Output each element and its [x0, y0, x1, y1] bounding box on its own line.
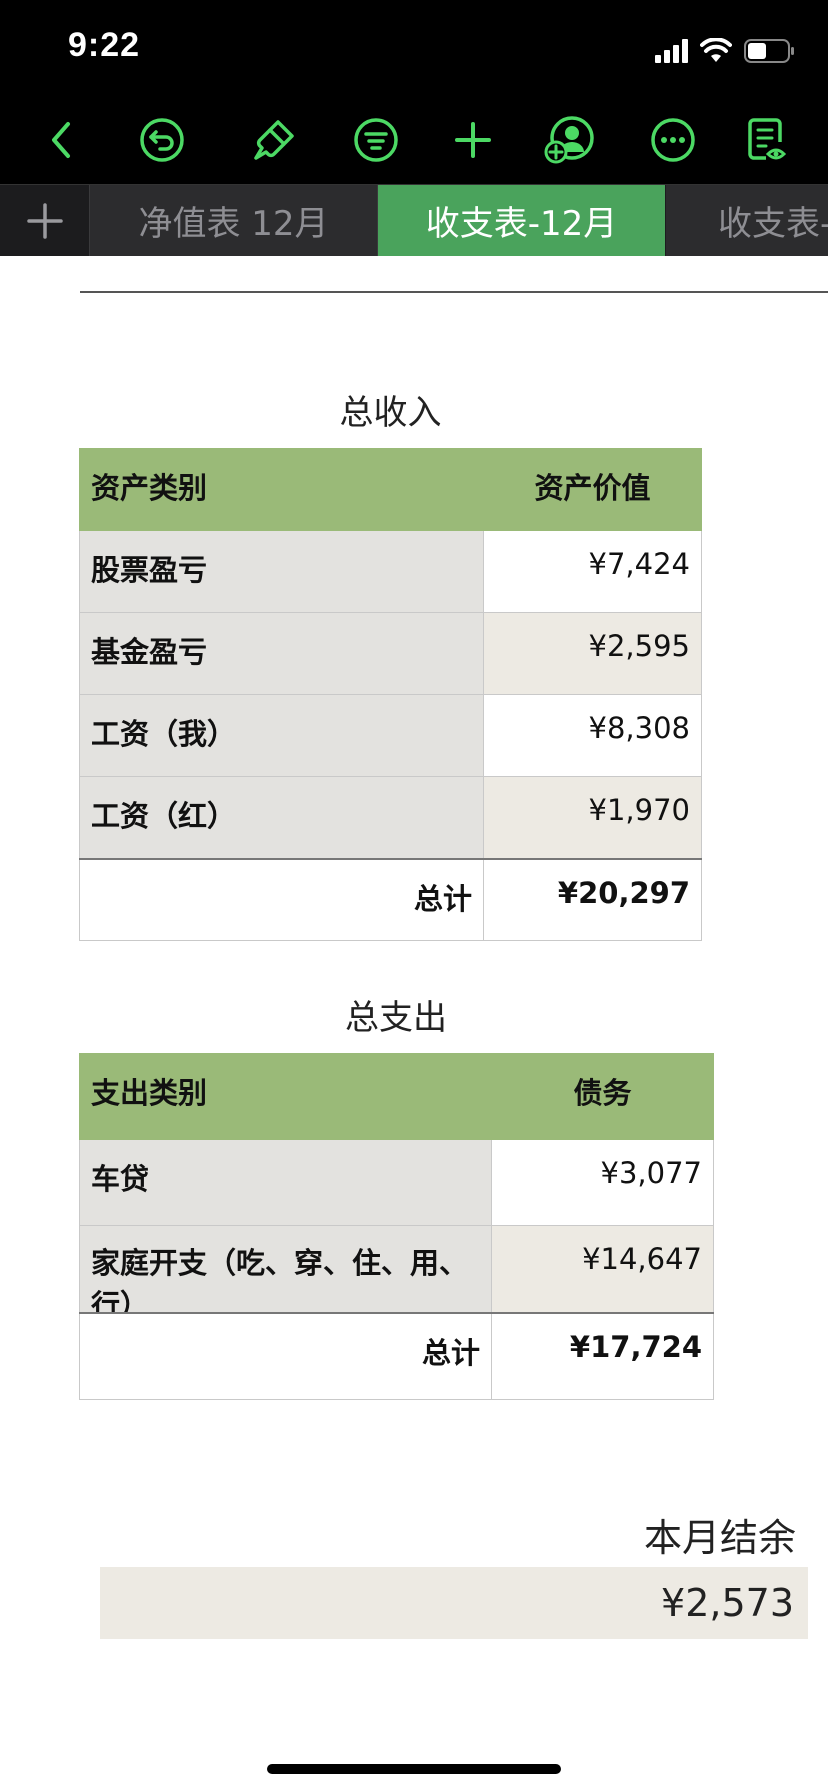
total-row: 总计 ¥17,724	[79, 1312, 714, 1400]
collaborate-icon[interactable]	[542, 114, 594, 166]
table-header-row: 支出类别 债务	[79, 1053, 714, 1140]
balance-label: 本月结余	[643, 1516, 796, 1560]
more-icon[interactable]	[647, 114, 699, 166]
row-value[interactable]: ¥14,647	[491, 1225, 714, 1314]
row-label[interactable]: 工资（红）	[79, 776, 484, 859]
row-label[interactable]: 基金盈亏	[79, 612, 484, 695]
income-caption: 总收入	[339, 393, 442, 433]
tab-income-expense-dec[interactable]: 收支表-12月	[378, 185, 665, 256]
table-header-row: 资产类别 资产价值	[79, 448, 702, 531]
status-icons	[655, 34, 796, 68]
row-label[interactable]: 家庭开支（吃、穿、住、用、行）	[79, 1225, 492, 1314]
status-time: 9:22	[68, 26, 141, 64]
column-header[interactable]: 资产价值	[483, 448, 702, 531]
plus-icon	[26, 202, 63, 239]
toolbar	[0, 96, 828, 184]
expense-caption: 总支出	[345, 998, 447, 1038]
balance-value: ¥2,573	[661, 1581, 794, 1625]
table-row: 工资（红） ¥1,970	[79, 776, 702, 859]
filter-icon[interactable]	[350, 114, 402, 166]
row-label[interactable]: 车贷	[79, 1139, 492, 1226]
section-divider	[80, 291, 828, 293]
plus-icon[interactable]	[447, 114, 499, 166]
sheet-tabs: 净值表 12月 收支表-12月 收支表-	[0, 184, 828, 256]
row-value[interactable]: ¥7,424	[483, 530, 702, 613]
tab-income-expense-next[interactable]: 收支表-	[666, 185, 828, 256]
row-value[interactable]: ¥3,077	[491, 1139, 714, 1226]
row-label[interactable]: 工资（我）	[79, 694, 484, 777]
income-table: 资产类别 资产价值 股票盈亏 ¥7,424 基金盈亏 ¥2,595 工资（我） …	[79, 448, 702, 941]
cellular-signal-icon	[655, 39, 688, 63]
row-value[interactable]: ¥8,308	[483, 694, 702, 777]
column-header[interactable]: 资产类别	[79, 448, 484, 531]
battery-icon	[744, 39, 794, 63]
home-indicator[interactable]	[267, 1764, 561, 1774]
expense-table: 支出类别 债务 车贷 ¥3,077 家庭开支（吃、穿、住、用、行） ¥14,64…	[79, 1053, 714, 1400]
row-label-text: 家庭开支（吃、穿、住、用、行）	[91, 1246, 469, 1312]
table-row: 家庭开支（吃、穿、住、用、行） ¥14,647	[79, 1225, 714, 1314]
table-row: 车贷 ¥3,077	[79, 1139, 714, 1226]
total-label[interactable]: 总计	[79, 858, 484, 941]
table-row: 工资（我） ¥8,308	[79, 694, 702, 777]
row-value[interactable]: ¥1,970	[483, 776, 702, 859]
back-icon[interactable]	[36, 114, 88, 166]
total-label[interactable]: 总计	[79, 1312, 492, 1400]
wifi-icon	[700, 38, 732, 62]
column-header[interactable]: 支出类别	[79, 1053, 492, 1140]
tab-net-worth-dec[interactable]: 净值表 12月	[90, 185, 378, 256]
row-value[interactable]: ¥2,595	[483, 612, 702, 695]
column-header[interactable]: 债务	[491, 1053, 714, 1140]
table-row: 股票盈亏 ¥7,424	[79, 530, 702, 613]
row-label[interactable]: 股票盈亏	[79, 530, 484, 613]
total-row: 总计 ¥20,297	[79, 858, 702, 941]
total-value[interactable]: ¥17,724	[491, 1312, 714, 1400]
undo-icon[interactable]	[136, 114, 188, 166]
table-row: 基金盈亏 ¥2,595	[79, 612, 702, 695]
total-value[interactable]: ¥20,297	[483, 858, 702, 941]
add-sheet-button[interactable]	[0, 185, 90, 256]
balance-value-cell[interactable]: ¥2,573	[100, 1567, 808, 1639]
brush-icon[interactable]	[248, 114, 300, 166]
reader-icon[interactable]	[742, 114, 794, 166]
status-bar: 9:22	[0, 0, 828, 96]
